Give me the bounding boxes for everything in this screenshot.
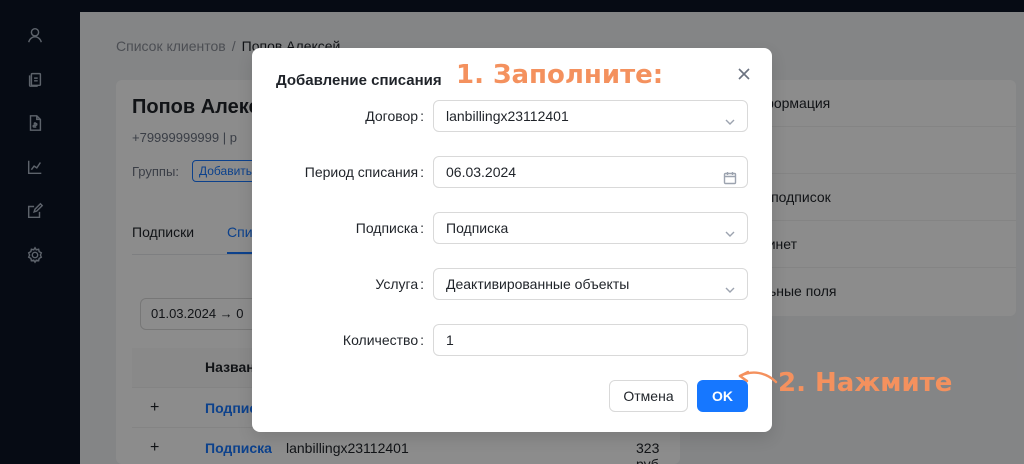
- period-value: 06.03.2024: [446, 164, 517, 180]
- calendar-icon: [723, 165, 737, 185]
- annotation-click: 2. Нажмите: [778, 368, 953, 398]
- contract-select[interactable]: lanbillingx23112401: [433, 100, 748, 132]
- subscription-label: Подписка:: [355, 220, 424, 236]
- contract-value: lanbillingx23112401: [446, 108, 569, 124]
- chevron-down-icon: [723, 277, 737, 293]
- period-date-picker[interactable]: 06.03.2024: [433, 156, 748, 188]
- period-label: Период списания:: [304, 164, 424, 180]
- service-value: Деактивированные объекты: [446, 276, 630, 292]
- cancel-button[interactable]: Отмена: [609, 380, 688, 412]
- quantity-input[interactable]: 1: [433, 324, 748, 356]
- quantity-label: Количество:: [342, 332, 424, 348]
- modal-title: Добавление списания: [276, 72, 442, 89]
- add-write-off-modal: Добавление списания Договор: lanbillingx…: [252, 48, 772, 432]
- chevron-down-icon: [723, 221, 737, 237]
- close-icon[interactable]: [736, 66, 752, 82]
- quantity-value: 1: [446, 332, 454, 348]
- service-label: Услуга:: [375, 276, 424, 292]
- subscription-value: Подписка: [446, 220, 509, 236]
- chevron-down-icon: [723, 109, 737, 125]
- arrow-icon: [720, 368, 784, 392]
- contract-label: Договор:: [365, 108, 424, 124]
- subscription-select[interactable]: Подписка: [433, 212, 748, 244]
- service-select[interactable]: Деактивированные объекты: [433, 268, 748, 300]
- annotation-fill: 1. Заполните:: [456, 60, 664, 90]
